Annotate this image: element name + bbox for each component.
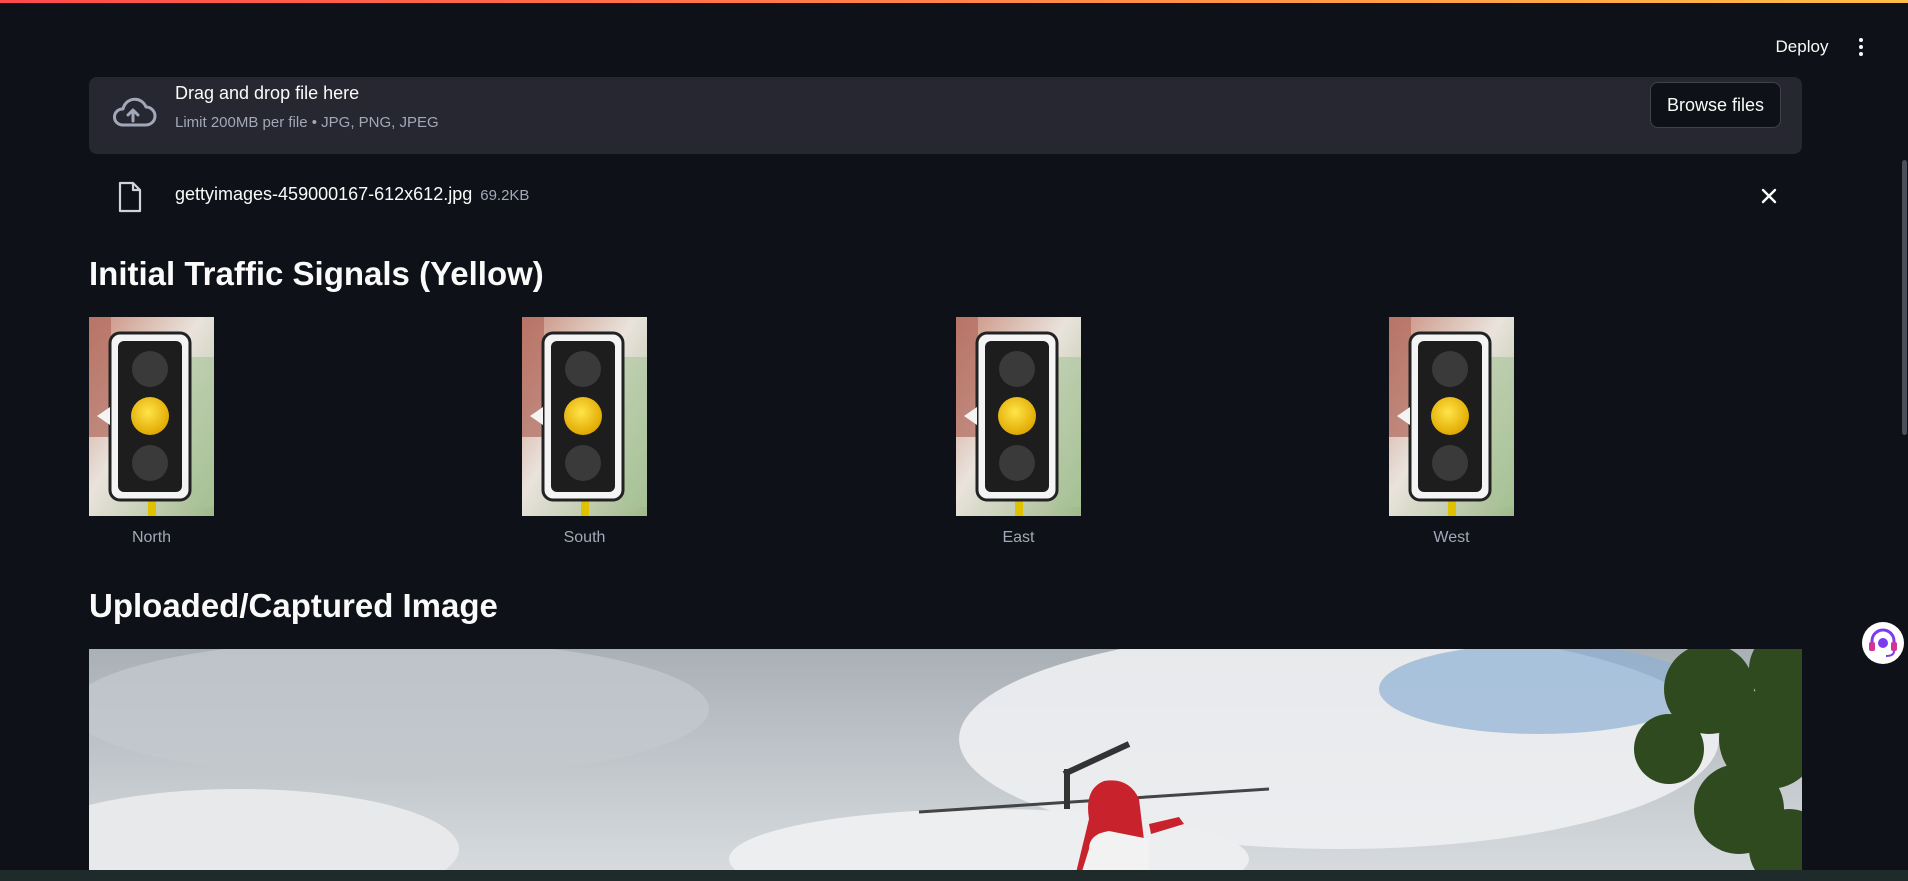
file-name: gettyimages-459000167-612x612.jpg 69.2KB [175, 184, 529, 205]
traffic-light-image [89, 317, 214, 516]
browse-files-button[interactable]: Browse files [1650, 82, 1781, 128]
signals-heading: Initial Traffic Signals (Yellow) [89, 255, 544, 292]
dropzone-limits: Limit 200MB per file • JPG, PNG, JPEG [175, 114, 439, 131]
file-size: 69.2KB [480, 187, 530, 204]
os-taskbar [0, 870, 1908, 881]
uploaded-image-heading: Uploaded/Captured Image [89, 587, 498, 624]
file-dropzone[interactable]: Drag and drop file here Limit 200MB per … [89, 77, 1802, 154]
signal-caption: East [1002, 529, 1035, 546]
file-name-text: gettyimages-459000167-612x612.jpg [175, 184, 473, 204]
signal-caption: West [1433, 529, 1470, 546]
signal-south: South [522, 317, 647, 546]
deploy-button[interactable]: Deploy [1759, 37, 1845, 57]
more-vertical-icon[interactable] [1846, 30, 1876, 64]
dropzone-title: Drag and drop file here [175, 83, 360, 103]
signal-north: North [89, 317, 214, 546]
cloud-upload-icon [113, 97, 157, 127]
signal-caption: North [131, 529, 172, 546]
top-decoration-bar [0, 0, 1908, 3]
uploaded-photo [89, 649, 1802, 881]
signal-west: West [1389, 317, 1514, 546]
close-icon[interactable] [1756, 183, 1782, 209]
support-headset-icon[interactable] [1859, 621, 1905, 665]
scrollbar[interactable] [1902, 160, 1907, 435]
file-icon [118, 181, 142, 213]
signal-east: East [956, 317, 1081, 546]
traffic-light-image [956, 317, 1081, 516]
signal-caption: South [563, 529, 606, 546]
traffic-light-image [522, 317, 647, 516]
uploaded-file-row: gettyimages-459000167-612x612.jpg 69.2KB [89, 170, 1802, 220]
traffic-light-image [1389, 317, 1514, 516]
